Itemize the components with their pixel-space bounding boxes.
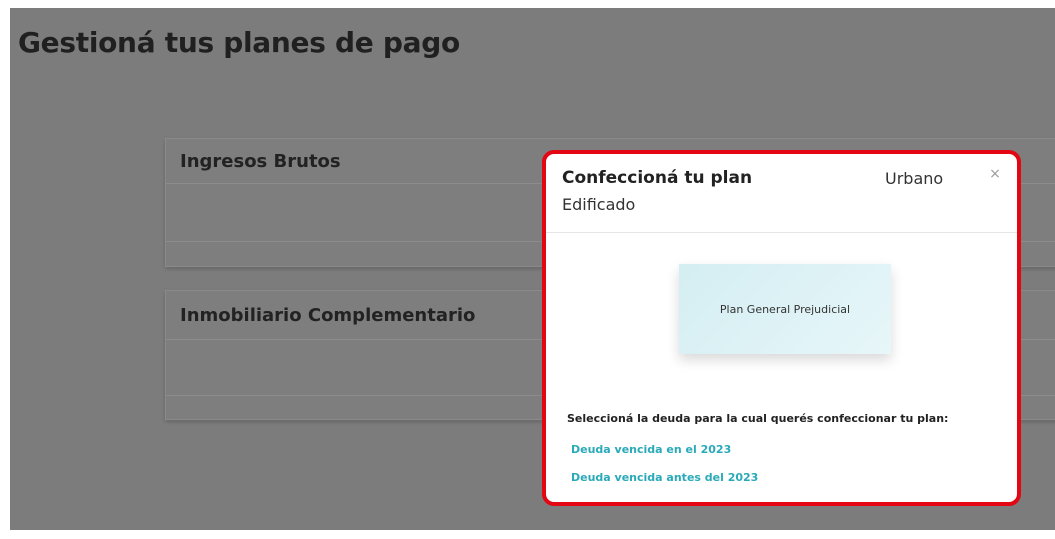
modal-title: Confeccioná tu plan xyxy=(562,168,753,188)
card-title: Ingresos Brutos xyxy=(180,151,341,172)
select-debt-label: Seleccioná la deuda para la cual querés … xyxy=(567,412,949,425)
modal-dialog: Confeccioná tu plan Urbano Edificado × P… xyxy=(542,150,1021,506)
plan-option-card[interactable]: Plan General Prejudicial xyxy=(679,264,891,354)
plan-option-label: Plan General Prejudicial xyxy=(719,302,851,316)
modal-header: Confeccioná tu plan Urbano Edificado × xyxy=(546,154,1017,233)
card-title: Inmobiliario Complementario xyxy=(180,305,476,326)
debt-link-before-2023[interactable]: Deuda vencida antes del 2023 xyxy=(571,471,758,484)
modal-subtitle-edificado: Edificado xyxy=(562,195,636,214)
page-title: Gestioná tus planes de pago xyxy=(18,26,460,59)
debt-link-2023[interactable]: Deuda vencida en el 2023 xyxy=(571,443,731,456)
modal-subtitle-urbano: Urbano xyxy=(885,169,944,188)
close-icon[interactable]: × xyxy=(987,166,1003,182)
